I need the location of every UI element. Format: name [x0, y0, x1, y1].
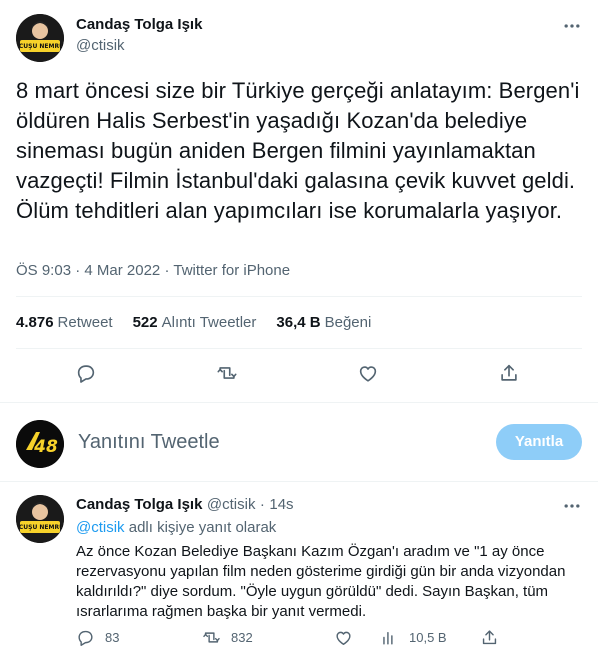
- retweets-stat[interactable]: 4.876 Retweet: [16, 314, 113, 331]
- retweet-icon: [202, 628, 221, 647]
- divider: [0, 402, 598, 403]
- tweet-date[interactable]: 4 Mar 2022: [84, 262, 160, 279]
- author-name[interactable]: Candaş Tolga Işık: [76, 16, 202, 33]
- reply-views-button[interactable]: 10,5 B: [380, 628, 447, 647]
- reply-compose: 48 Yanıtını Tweetle Yanıtla: [16, 414, 582, 472]
- tweet-text: 8 mart öncesi size bir Türkiye gerçeği a…: [16, 78, 580, 223]
- reply-like-button[interactable]: [334, 628, 353, 647]
- replying-to-label: adlı kişiye yanıt olarak: [128, 519, 277, 536]
- share-icon[interactable]: [498, 362, 522, 386]
- reply-author-name[interactable]: Candaş Tolga Işık: [76, 496, 202, 513]
- tweet-meta: ÖS 9:03 · 4 Mar 2022 · Twitter for iPhon…: [16, 262, 290, 279]
- reply-icon[interactable]: [75, 362, 99, 386]
- user-avatar[interactable]: 48: [16, 420, 64, 468]
- like-icon[interactable]: [357, 362, 381, 386]
- meta-separator: ·: [75, 262, 81, 279]
- share-icon: [480, 628, 499, 647]
- avatar-image: 48: [16, 420, 64, 468]
- reply-reply-button[interactable]: 83: [76, 628, 119, 647]
- avatar-logo-text: 48: [33, 437, 58, 457]
- more-icon[interactable]: [562, 496, 582, 516]
- author-handle[interactable]: @ctisik: [76, 37, 125, 54]
- tweet-actions: [0, 360, 598, 390]
- likes-stat[interactable]: 36,4 B Beğeni: [276, 314, 371, 331]
- views-count: 10,5 B: [409, 630, 447, 645]
- reply-icon: [76, 628, 95, 647]
- reply-actions: 83 832 10,5 B: [76, 628, 576, 652]
- header-separator: ·: [259, 496, 265, 513]
- likes-label: Beğeni: [324, 314, 372, 331]
- retweet-count: 832: [231, 630, 253, 645]
- reply-retweet-button[interactable]: 832: [202, 628, 253, 647]
- svg-text:K.CUŞU NEMRUT: K.CUŞU NEMRUT: [16, 43, 64, 50]
- likes-count: 36,4 B: [276, 314, 321, 331]
- like-icon: [334, 628, 353, 647]
- retweet-icon[interactable]: [216, 362, 240, 386]
- quotes-stat[interactable]: 522 Alıntı Tweetler: [133, 314, 257, 331]
- tweet-source[interactable]: Twitter for iPhone: [173, 262, 290, 279]
- replying-to-handle[interactable]: @ctisik: [76, 519, 125, 536]
- reply-author-avatar[interactable]: K.CUŞU NEMRUT: [16, 495, 64, 543]
- reply-text: Az önce Kozan Belediye Başkanı Kazım Özg…: [76, 543, 566, 620]
- quotes-count: 522: [132, 314, 158, 331]
- replying-to: @ctisik adlı kişiye yanıt olarak: [76, 519, 276, 536]
- meta-separator: ·: [164, 262, 170, 279]
- tweet-time[interactable]: ÖS 9:03: [16, 262, 71, 279]
- quotes-label: Alıntı Tweetler: [161, 314, 257, 331]
- reply-input[interactable]: Yanıtını Tweetle: [78, 431, 220, 454]
- svg-text:K.CUŞU NEMRUT: K.CUŞU NEMRUT: [16, 524, 64, 531]
- tweet-stats: 4.876 Retweet 522 Alıntı Tweetler 36,4 B Be…: [16, 314, 391, 331]
- author-avatar[interactable]: K.CUŞU NEMRUT: [16, 14, 64, 62]
- divider: [16, 348, 582, 349]
- reply-submit-button[interactable]: Yanıtla: [496, 424, 582, 460]
- reply-share-button[interactable]: [480, 628, 499, 647]
- avatar-image: K.CUŞU NEMRUT: [16, 495, 64, 543]
- more-icon[interactable]: [562, 16, 582, 36]
- reply-time[interactable]: 14s: [269, 496, 293, 513]
- reply-author-handle[interactable]: @ctisik: [207, 496, 256, 513]
- retweets-count: 4.876: [16, 314, 54, 331]
- divider: [16, 296, 582, 297]
- retweets-label: Retweet: [57, 314, 113, 331]
- reply-count: 83: [105, 630, 120, 645]
- views-icon: [380, 628, 399, 647]
- avatar-image: K.CUŞU NEMRUT: [16, 14, 64, 62]
- reply-header: Candaş Tolga Işık @ctisik · 14s: [76, 496, 294, 514]
- divider: [0, 481, 598, 482]
